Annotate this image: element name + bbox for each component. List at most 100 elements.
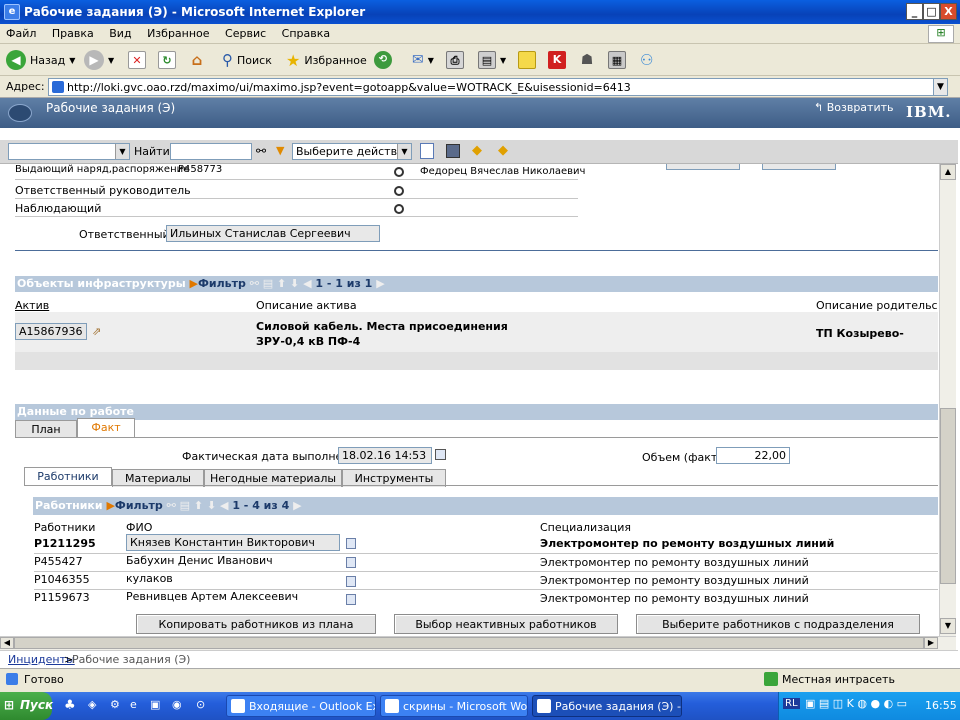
menu-tools[interactable]: Сервис [219,24,272,40]
scroll-down-button[interactable]: ▼ [940,618,956,634]
messenger2-button[interactable]: ⚇ [640,49,653,71]
menu-edit[interactable]: Правка [46,24,100,40]
address-input[interactable]: http://loki.gvc.oao.rzd/maximo/ui/maximo… [48,78,948,96]
next-arrow-icon[interactable]: ◆ [498,143,508,158]
search-icon[interactable] [394,167,404,177]
start-button[interactable]: ⊞ Пуск [0,692,53,720]
query-select[interactable]: ▼ [8,143,130,160]
home-button[interactable]: ⌂ [188,49,206,71]
asset-field[interactable]: A15867936 [15,323,87,340]
tab-plan[interactable]: План [15,420,77,438]
search-button[interactable]: ⚲ Поиск [222,49,272,71]
menu-view[interactable]: Вид [103,24,137,40]
tab-divider [15,437,938,438]
workers-id-column-header: Работники [34,521,96,534]
scroll-right-button[interactable]: ▶ [924,637,938,649]
kaspersky-button[interactable]: K [548,49,566,71]
worker-spec: Электромонтер по ремонту воздушных линий [540,592,809,605]
divider [15,198,578,199]
workers-filter-link[interactable]: Фильтр [115,499,163,512]
edit-button[interactable]: ▤ ▼ [478,49,506,71]
maximize-button[interactable]: □ [923,3,940,20]
quicklaunch-icon[interactable]: ▣ [150,698,160,711]
close-button[interactable]: X [940,3,957,20]
workers-section-header: Работники ▶Фильтр ⚯ ▤ ⬆ ⬇ ◀ 1 - 4 из 4 ▶ [33,497,938,515]
scroll-left-button[interactable]: ◀ [0,637,14,649]
table-row[interactable]: P1046355 кулаков Электромонтер по ремонт… [34,571,938,589]
table-row[interactable]: P1211295 Князев Константин Викторович Эл… [34,534,938,552]
divider [15,179,578,180]
language-indicator[interactable]: RL [783,698,800,709]
tray-icons[interactable]: ▣ ▤ ◫ K ◍ ● ◐ ▭ [805,697,907,710]
subtab-workers[interactable]: Работники [24,467,112,485]
quicklaunch-tree-icon[interactable]: ♣ [64,698,76,713]
notes-button[interactable] [518,49,536,71]
long-description-icon[interactable] [346,576,356,587]
save-icon[interactable] [446,144,460,158]
quicklaunch-icon[interactable]: ◉ [172,698,182,711]
actual-date-field[interactable]: 18.02.16 14:53 [338,447,432,464]
assets-filter-link[interactable]: Фильтр [198,277,246,290]
new-record-icon[interactable] [420,143,434,159]
responsible-field[interactable]: Ильиных Станислав Сергеевич [166,225,380,242]
table-row[interactable]: P1159673 Ревнивцев Артем Алексеевич Элек… [34,589,938,607]
task-outlook[interactable]: Входящие - Outlook Exp... [226,695,376,717]
horizontal-scrollbar[interactable]: ◀ ▶ [0,636,956,650]
task-word[interactable]: скрины - Microsoft Word [380,695,528,717]
menu-help[interactable]: Справка [276,24,336,40]
select-inactive-workers-button[interactable]: Выбор неактивных работников [394,614,618,634]
stop-button[interactable]: ✕ [128,49,146,71]
binoculars-icon[interactable]: ⚯ [256,144,266,158]
detail-arrow-icon[interactable]: ⇗ [92,325,101,338]
mail-button[interactable]: ✉ ▼ [412,49,434,71]
search-icon[interactable] [394,186,404,196]
scroll-thumb[interactable] [14,637,924,649]
previous-arrow-icon[interactable]: ◆ [472,143,482,158]
return-arrow-icon: ↰ [814,101,827,114]
task-ie-active[interactable]: Рабочие задания (Э) -... [532,695,682,717]
search-icon[interactable] [394,204,404,214]
kaspersky-icon: K [548,51,566,69]
refresh-button[interactable]: ↻ [158,49,176,71]
long-description-icon[interactable] [346,594,356,605]
next-page-icon[interactable]: ▶ [376,277,384,290]
long-description-icon[interactable] [346,557,356,568]
forward-button[interactable]: ▶ ▼ [84,49,114,71]
back-button[interactable]: ◀ Назад ▼ [6,49,75,71]
menu-file[interactable]: Файл [0,24,42,40]
issuer-label: Выдающий наряд,распоряжение [15,164,190,175]
minimize-button[interactable]: _ [906,3,923,20]
copy-workers-from-plan-button[interactable]: Копировать работников из плана [136,614,376,634]
window-title-bar[interactable]: e Рабочие задания (Э) - Microsoft Intern… [0,0,960,24]
scroll-up-button[interactable]: ▲ [940,164,956,180]
worker-name-field[interactable]: Князев Константин Викторович [126,534,340,551]
favorites-button[interactable]: ★ Избранное [286,49,367,71]
menu-favorites[interactable]: Избранное [141,24,215,40]
volume-field[interactable]: 22,00 [716,447,790,464]
return-link[interactable]: ↰ Возвратить [814,101,894,114]
action-select[interactable]: Выберите действие ▼ [292,143,412,160]
messenger-button[interactable]: ☗ [578,49,596,71]
scroll-thumb[interactable] [940,408,956,584]
research-button[interactable]: ▦ [608,49,626,71]
next-page-icon[interactable]: ▶ [293,499,301,512]
long-description-icon[interactable] [346,538,356,549]
number-field-2[interactable] [762,164,836,170]
vertical-scrollbar[interactable]: ▲ ▼ [939,164,956,636]
number-field[interactable] [666,164,740,170]
quicklaunch-icon[interactable]: ◈ [88,698,96,711]
chevron-down-icon[interactable]: ▼ [933,79,947,95]
asset-column-header[interactable]: Актив [15,299,49,312]
quicklaunch-icon[interactable]: ⚙ [110,698,120,711]
table-row[interactable]: P455427 Бабухин Денис Иванович Электромо… [34,553,938,571]
find-input[interactable] [170,143,252,160]
tab-fact[interactable]: Факт [77,418,135,438]
select-department-workers-button[interactable]: Выберите работников с подразделения [636,614,920,634]
workers-section-title: Работники [35,499,103,512]
quicklaunch-icon[interactable]: ⊙ [196,698,205,711]
research-icon: ▦ [608,51,626,69]
history-button[interactable]: ⟲ [374,49,392,71]
print-button[interactable]: ⎙ [446,49,464,71]
calendar-icon[interactable] [435,449,446,460]
quicklaunch-ie-icon[interactable]: e [130,698,137,711]
